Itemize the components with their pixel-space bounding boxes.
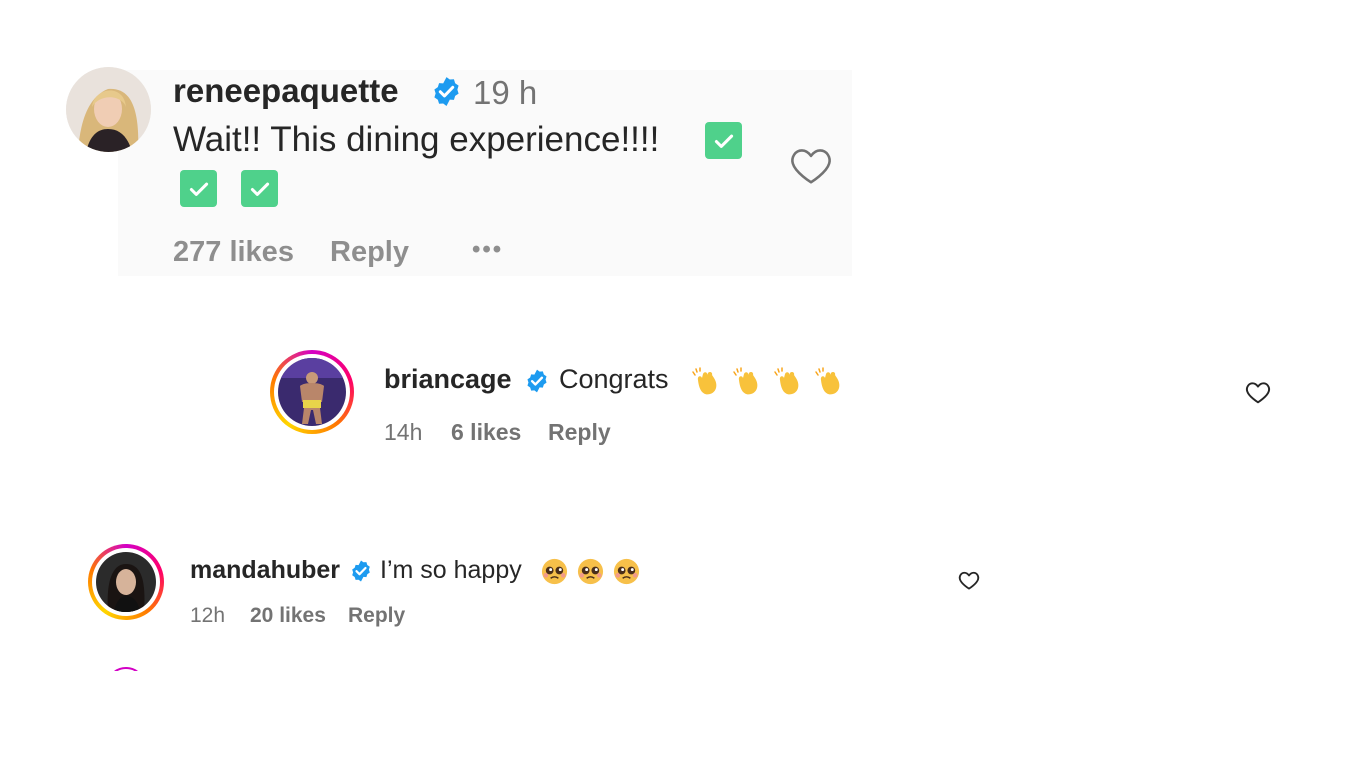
clap-emoji-icon (692, 367, 717, 395)
avatar-photo (96, 552, 156, 612)
comment-time: 14h (384, 419, 423, 445)
clap-emoji-icon (733, 367, 758, 395)
comment-time: 19 h (473, 74, 538, 111)
heart-outline-icon[interactable] (1245, 380, 1271, 404)
comment-text: Wait!! This dining experience!!!! (173, 120, 660, 159)
verified-badge-icon (527, 369, 547, 393)
reply-button[interactable]: Reply (330, 236, 409, 269)
clap-emoji-icon (774, 367, 799, 395)
heart-outline-icon[interactable] (958, 570, 980, 590)
pleading-face-emoji-icon (541, 558, 568, 585)
username[interactable]: mandahuber (190, 556, 340, 585)
check-emoji-icon (241, 170, 278, 207)
verified-badge-icon (352, 560, 370, 582)
more-options-icon[interactable]: ••• (472, 236, 503, 264)
reply-button[interactable]: Reply (548, 419, 611, 446)
check-emoji-icon (180, 170, 217, 207)
clap-emoji-icon (815, 367, 840, 395)
pleading-face-emoji-icon (577, 558, 604, 585)
likes-count[interactable]: 6 likes (451, 419, 521, 446)
likes-count[interactable]: 20 likes (250, 604, 326, 628)
heart-outline-icon[interactable] (789, 145, 833, 185)
avatar-briancage[interactable] (278, 358, 346, 426)
comment-time: 12h (190, 604, 226, 627)
avatar-reneepaquette[interactable] (66, 67, 151, 152)
comment-text: Congrats (559, 364, 669, 394)
likes-count[interactable]: 277 likes (173, 236, 294, 269)
username[interactable]: reneepaquette (173, 72, 399, 110)
reply-button[interactable]: Reply (348, 604, 405, 628)
avatar-photo (278, 358, 346, 426)
username[interactable]: briancage (384, 364, 512, 395)
avatar-photo (66, 67, 151, 152)
avatar-mandahuber[interactable] (96, 552, 156, 612)
next-comment-avatar-edge (106, 667, 146, 671)
pleading-face-emoji-icon (613, 558, 640, 585)
verified-badge-icon (434, 77, 459, 106)
check-emoji-icon (705, 122, 742, 159)
comment-text: I’m so happy (380, 556, 522, 584)
